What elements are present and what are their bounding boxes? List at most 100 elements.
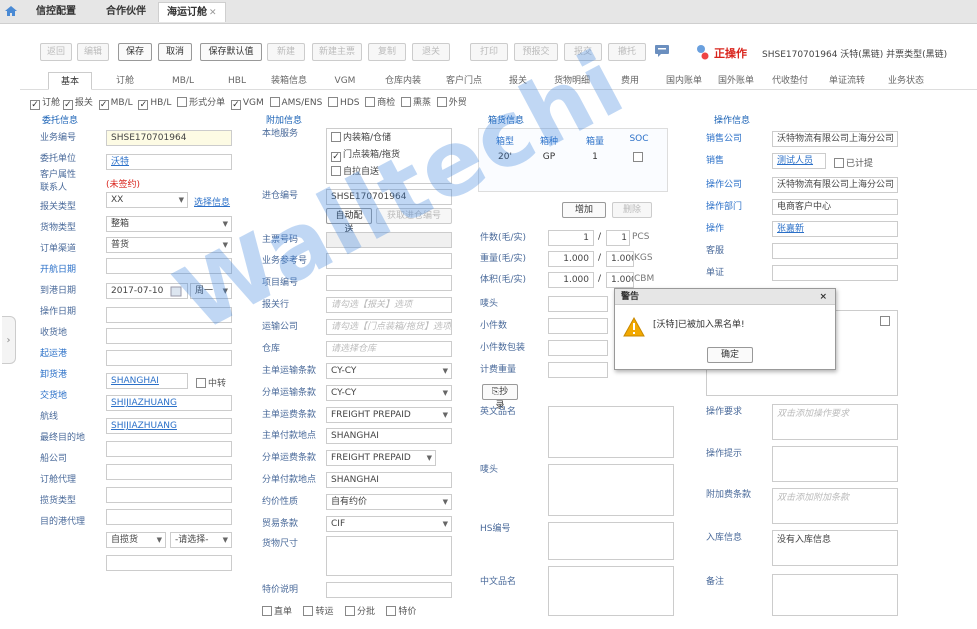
final-dest-input[interactable] bbox=[106, 464, 232, 480]
home-icon[interactable] bbox=[4, 4, 18, 18]
fee-term-textarea[interactable]: 双击添加附加条款 bbox=[772, 488, 898, 524]
warehouse-input[interactable]: 请选择仓库 bbox=[326, 341, 452, 357]
tab-customs[interactable]: 报关 bbox=[496, 72, 540, 90]
project-no-input[interactable] bbox=[326, 275, 452, 291]
new-button[interactable]: 新建 bbox=[267, 43, 305, 61]
op-dept-input[interactable]: 电商客户中心 bbox=[772, 199, 898, 215]
dest-agent-input[interactable] bbox=[106, 555, 232, 571]
tab-booking[interactable]: 订舱 bbox=[100, 72, 150, 90]
cs-input[interactable] bbox=[772, 243, 898, 259]
svc-self-check[interactable]: 自拉自送 bbox=[331, 165, 451, 179]
volume-input[interactable]: 1.000 bbox=[548, 272, 594, 288]
grid-cell-qty[interactable]: 1 bbox=[580, 152, 610, 162]
auto-assign-button[interactable]: 自动配送 bbox=[326, 208, 372, 235]
transship-check[interactable]: 中转 bbox=[196, 376, 226, 389]
weight-input[interactable]: 1.000 bbox=[548, 251, 594, 267]
grid-cell-soc[interactable] bbox=[633, 152, 643, 162]
check-vgm[interactable]: ✓ VGM bbox=[230, 98, 264, 110]
check-hds[interactable]: HDS bbox=[328, 97, 359, 108]
check-inspection[interactable]: 商检 bbox=[365, 97, 395, 108]
op-tip-textarea[interactable] bbox=[772, 446, 898, 482]
small-pack-input[interactable] bbox=[548, 340, 608, 356]
message-icon[interactable] bbox=[654, 44, 670, 58]
close-icon[interactable]: × bbox=[819, 289, 827, 305]
svc-internal-check[interactable]: 内装箱/仓储 bbox=[331, 131, 451, 145]
tab-status[interactable]: 业务状态 bbox=[880, 72, 932, 90]
sales-company-input[interactable]: 沃特物流有限公司上海分公司 bbox=[772, 131, 898, 147]
small-pieces-input[interactable] bbox=[548, 318, 608, 334]
tab-packing[interactable]: 装箱信息 bbox=[262, 72, 316, 90]
remark-textarea[interactable] bbox=[772, 574, 898, 616]
grid-cell-type[interactable]: 20' bbox=[490, 152, 520, 162]
weekday-select[interactable]: 周一 ▼ bbox=[190, 283, 232, 299]
get-wh-no-button[interactable]: 获取进仓编号 bbox=[376, 208, 452, 224]
job-no-input[interactable]: SHSE170701964 bbox=[106, 130, 232, 146]
ok-button[interactable]: 确定 bbox=[707, 347, 753, 363]
pod-input[interactable]: SHIJIAZHUANG bbox=[106, 395, 232, 411]
submit-button[interactable]: 报交 bbox=[564, 43, 602, 61]
contact-select[interactable]: XX ▼ bbox=[106, 192, 188, 208]
close-icon[interactable]: ✕ bbox=[209, 8, 217, 18]
cn-name-textarea[interactable] bbox=[548, 566, 674, 616]
op-input[interactable]: 张嘉新 bbox=[772, 221, 898, 237]
delete-container-button[interactable]: 删除 bbox=[612, 202, 652, 218]
check-transship[interactable]: 转运 bbox=[303, 606, 333, 617]
save-button[interactable]: 保存 bbox=[118, 43, 152, 61]
en-name-textarea[interactable] bbox=[548, 406, 674, 458]
op-company-input[interactable]: 沃特物流有限公司上海分公司 bbox=[772, 177, 898, 193]
sales-input[interactable]: 测试人员 bbox=[772, 153, 826, 169]
accrued-check[interactable]: 已计提 bbox=[834, 156, 873, 169]
customs-type-select[interactable]: 整箱 ▼ bbox=[106, 216, 232, 232]
edit-button[interactable]: 编辑 bbox=[77, 43, 109, 61]
special-price-input[interactable] bbox=[326, 582, 452, 598]
select-info-link[interactable]: 选择信息 bbox=[194, 195, 230, 208]
booking-agent-input[interactable] bbox=[106, 509, 232, 525]
tab-goods[interactable]: 货物明细 bbox=[546, 72, 598, 90]
arrival-date-input[interactable] bbox=[106, 307, 232, 323]
pol-input[interactable]: SHANGHAI bbox=[106, 373, 188, 389]
check-partial[interactable]: 分批 bbox=[344, 606, 375, 617]
copy-button[interactable]: 复制 bbox=[368, 43, 406, 61]
check-hbl[interactable]: ✓ HB/L bbox=[138, 98, 171, 110]
docs-input[interactable] bbox=[772, 265, 898, 281]
sub-term-select[interactable]: CY-CY ▼ bbox=[326, 385, 452, 401]
store-info-textarea[interactable]: 没有入库信息 bbox=[772, 530, 898, 566]
goods-type-select[interactable]: 普货 ▼ bbox=[106, 237, 232, 253]
tab-hbl[interactable]: HBL bbox=[214, 72, 260, 90]
sub-freight-select[interactable]: FREIGHT PREPAID ▼ bbox=[326, 450, 436, 466]
grid-cell-kind[interactable]: GP bbox=[534, 152, 564, 162]
add-container-button[interactable]: 增加 bbox=[562, 202, 606, 218]
pre-submit-button[interactable]: 预报交 bbox=[514, 43, 558, 61]
check-ams[interactable]: AMS/ENS bbox=[269, 97, 322, 108]
master-no-input[interactable] bbox=[326, 232, 452, 248]
svc-door-check[interactable]: ✓ 门点装箱/拖货 bbox=[331, 148, 451, 162]
weight-actual-input[interactable]: 1.000 bbox=[606, 251, 634, 267]
tab-mbl[interactable]: MB/L bbox=[155, 72, 211, 90]
check-customs[interactable]: ✓ 报关 bbox=[62, 98, 93, 110]
shut-out-button[interactable]: 退关 bbox=[412, 43, 450, 61]
check-fumigation[interactable]: 熏蒸 bbox=[400, 97, 431, 108]
carrier-input[interactable] bbox=[106, 487, 232, 503]
op-date-input[interactable] bbox=[106, 328, 232, 344]
marks-input[interactable] bbox=[548, 296, 608, 312]
tab-vgm[interactable]: VGM bbox=[320, 72, 370, 90]
tab-door[interactable]: 客户门点 bbox=[440, 72, 488, 90]
tab-credit-config[interactable]: 信控配置 bbox=[28, 2, 84, 22]
charge-weight-input[interactable] bbox=[548, 362, 608, 378]
main-pay-input[interactable]: SHANGHAI bbox=[326, 428, 452, 444]
price-nature-select[interactable]: 自有约价 ▼ bbox=[326, 494, 452, 510]
sub-pay-input[interactable]: SHANGHAI bbox=[326, 472, 452, 488]
withdraw-button[interactable]: 撤托 bbox=[608, 43, 646, 61]
pieces-input[interactable]: 1 bbox=[548, 230, 594, 246]
cancel-button[interactable]: 取消 bbox=[158, 43, 192, 61]
solicit-sub-select[interactable]: -请选择- ▼ bbox=[170, 532, 232, 548]
check-direct[interactable]: 直单 bbox=[262, 606, 292, 617]
check-special[interactable]: 特价 bbox=[386, 606, 416, 617]
route-input[interactable] bbox=[106, 441, 232, 457]
print-button[interactable]: 打印 bbox=[470, 43, 508, 61]
delivery-input[interactable]: SHIJIAZHUANG bbox=[106, 418, 232, 434]
check-mbl[interactable]: ✓ MB/L bbox=[98, 98, 133, 110]
tab-foreign-bill[interactable]: 国外账单 bbox=[712, 72, 760, 90]
hs-code-textarea[interactable] bbox=[548, 522, 674, 560]
ref-no-input[interactable] bbox=[326, 253, 452, 269]
